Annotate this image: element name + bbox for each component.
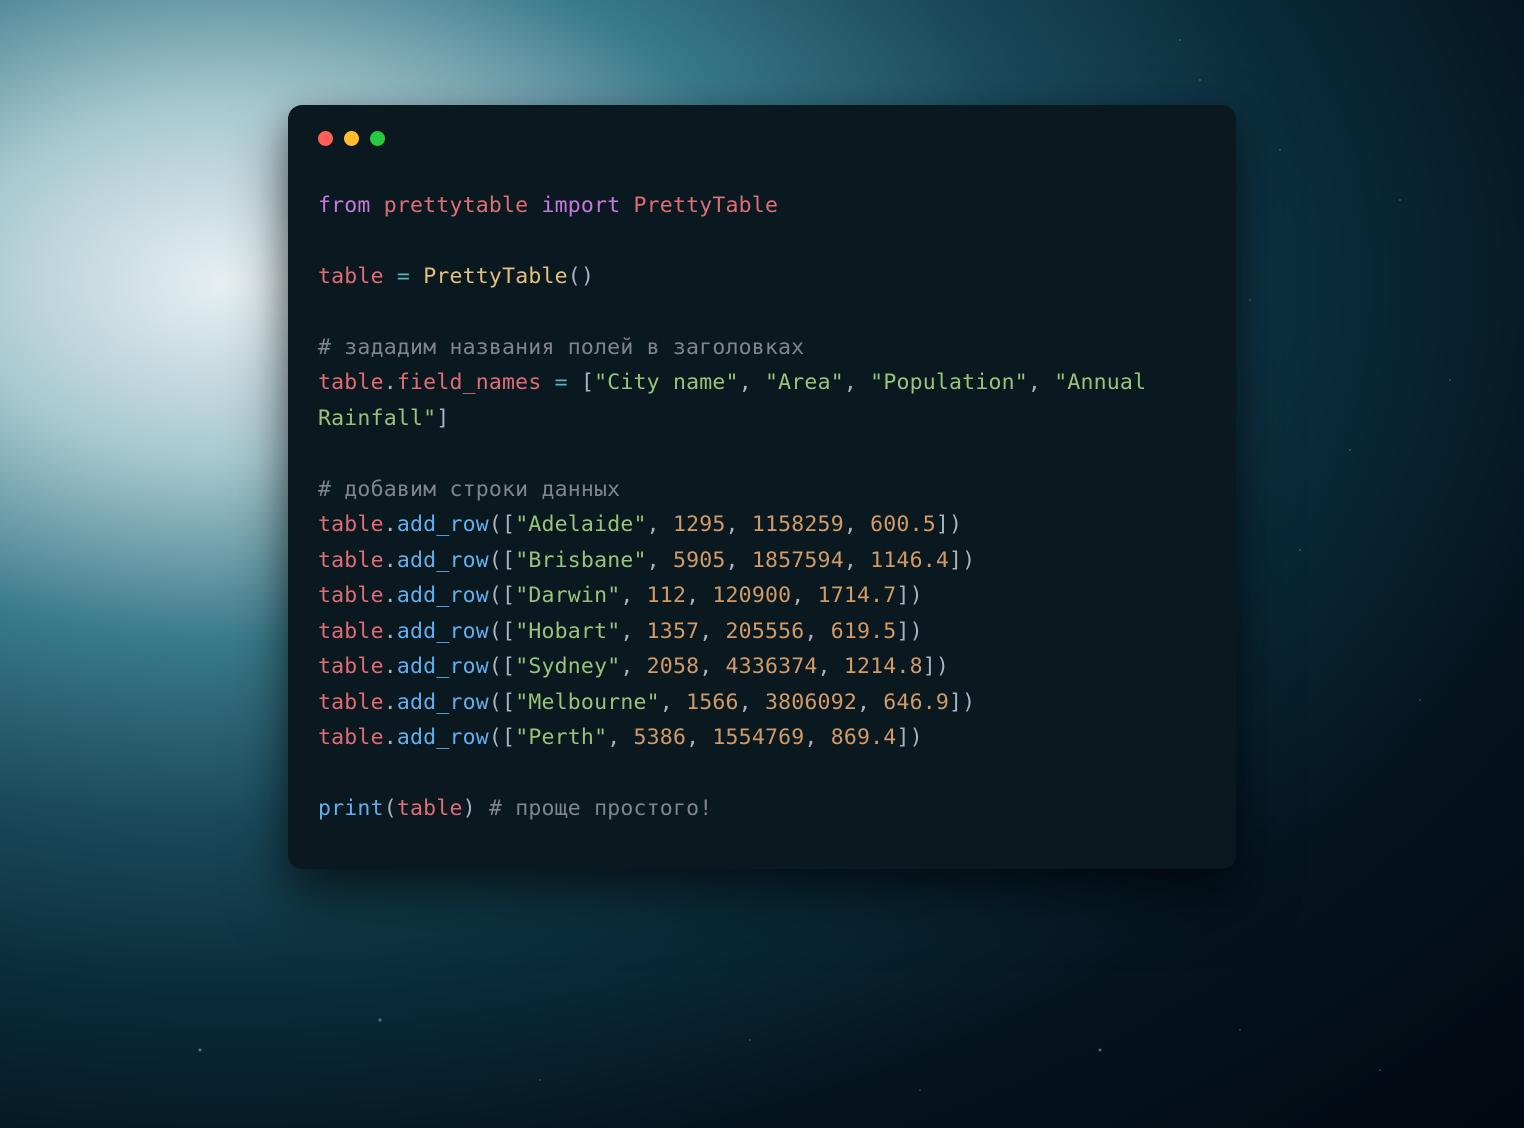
row-0: table.add_row(["Adelaide", 1295, 1158259… (318, 512, 962, 537)
row-6: table.add_row(["Perth", 5386, 1554769, 8… (318, 725, 923, 750)
row-2: table.add_row(["Darwin", 112, 120900, 17… (318, 583, 923, 608)
paren-close: ) (463, 796, 476, 821)
class-import: PrettyTable (634, 193, 779, 218)
code-block: from prettytable import PrettyTable tabl… (318, 188, 1206, 827)
comma: , (739, 370, 765, 395)
comma: , (844, 370, 870, 395)
comment-easy: # проще простого! (489, 796, 712, 821)
minimize-icon[interactable] (344, 131, 359, 146)
str-area: "Area" (765, 370, 844, 395)
row-4: table.add_row(["Sydney", 2058, 4336374, … (318, 654, 949, 679)
str-population: "Population" (870, 370, 1028, 395)
comment-fields: # зададим названия полей в заголовках (318, 335, 804, 360)
comma: , (1028, 370, 1054, 395)
code-window: from prettytable import PrettyTable tabl… (288, 105, 1236, 869)
row-1: table.add_row(["Brisbane", 5905, 1857594… (318, 548, 975, 573)
window-titlebar (318, 131, 1206, 146)
module-name: prettytable (384, 193, 529, 218)
comment-rows: # добавим строки данных (318, 477, 620, 502)
bracket-close: ] (436, 406, 449, 431)
class-call: PrettyTable (423, 264, 568, 289)
parens: () (568, 264, 594, 289)
attr-field-names: field_names (397, 370, 542, 395)
str-city-name: "City name" (594, 370, 739, 395)
close-icon[interactable] (318, 131, 333, 146)
keyword-import: import (541, 193, 620, 218)
bracket-open: [ (581, 370, 594, 395)
row-3: table.add_row(["Hobart", 1357, 205556, 6… (318, 619, 923, 644)
dot: . (384, 370, 397, 395)
var-table: table (397, 796, 463, 821)
var-table: table (318, 370, 384, 395)
paren-open: ( (384, 796, 397, 821)
keyword-from: from (318, 193, 371, 218)
op-assign: = (555, 370, 568, 395)
maximize-icon[interactable] (370, 131, 385, 146)
op-assign: = (397, 264, 410, 289)
row-5: table.add_row(["Melbourne", 1566, 380609… (318, 690, 975, 715)
fn-print: print (318, 796, 384, 821)
var-table: table (318, 264, 384, 289)
